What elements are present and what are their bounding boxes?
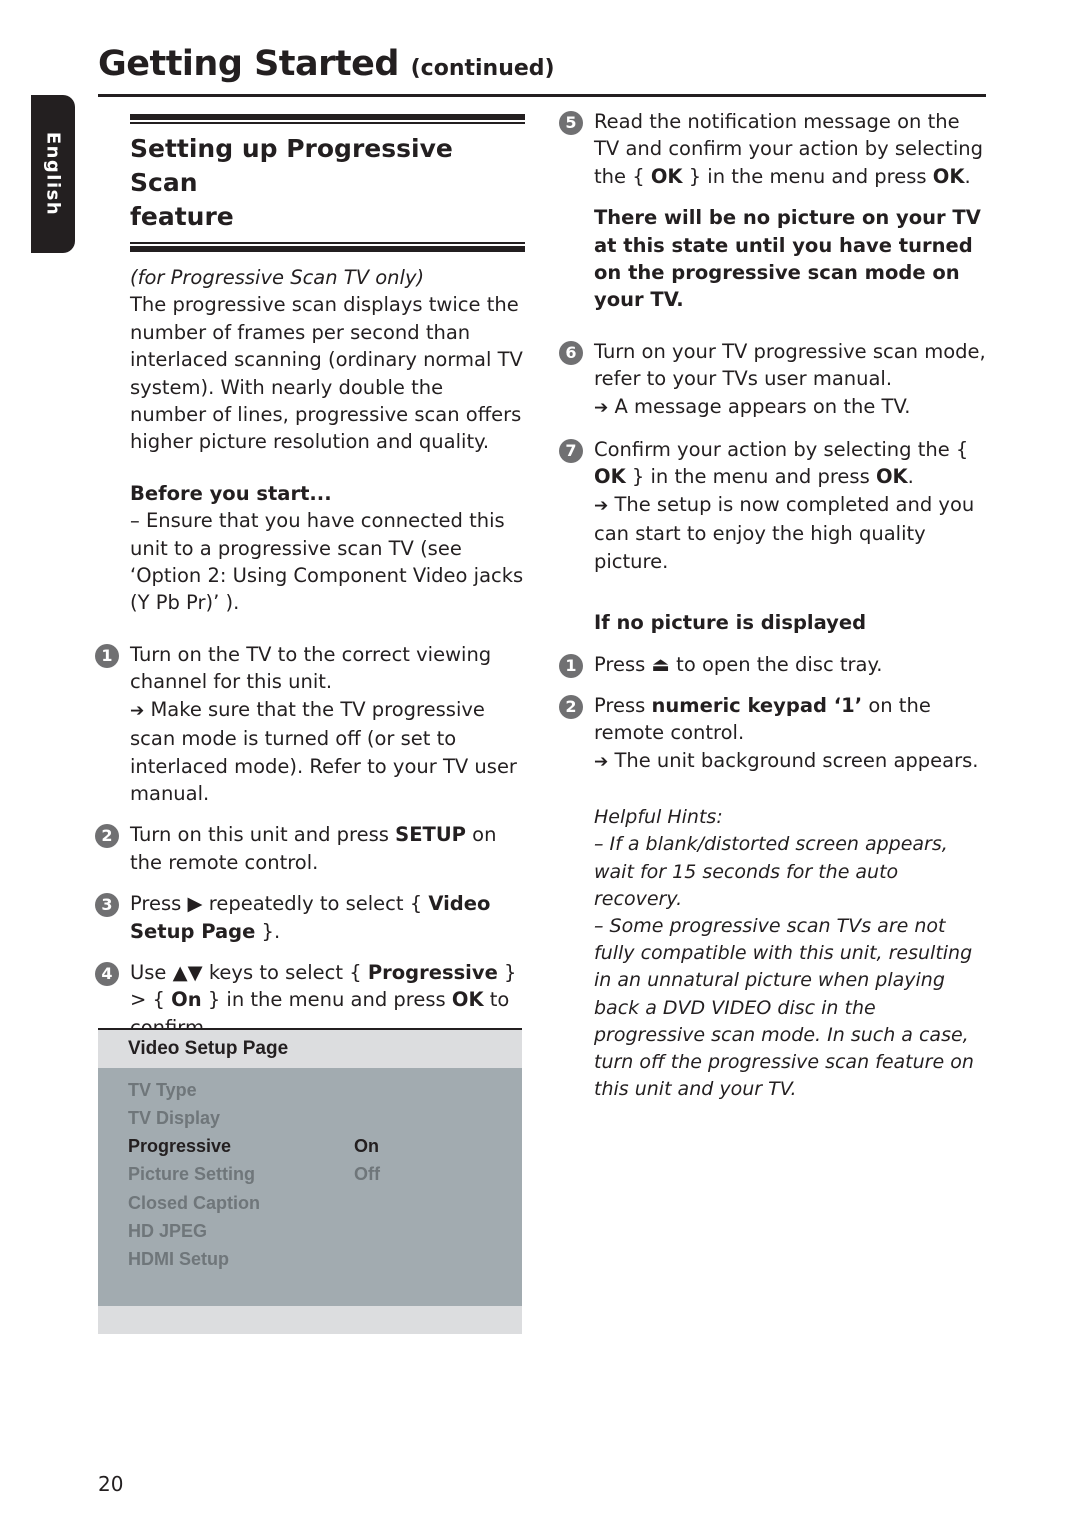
step-text: Turn on this unit and press bbox=[130, 823, 396, 847]
step-text: Press bbox=[594, 652, 652, 676]
menu-item-hd-jpeg[interactable]: HD JPEG bbox=[128, 1221, 207, 1242]
step-result: A message appears on the TV. bbox=[614, 394, 911, 418]
step-text: Press bbox=[594, 693, 652, 717]
ok-key-label: OK bbox=[932, 164, 965, 188]
before-heading: Before you start... bbox=[130, 481, 332, 505]
menu-item-hdmi-setup[interactable]: HDMI Setup bbox=[128, 1249, 229, 1270]
up-down-arrows-icon: ▲▼ bbox=[172, 960, 203, 984]
arrow-icon: ➔ bbox=[594, 397, 609, 418]
menu-title: Video Setup Page bbox=[128, 1038, 289, 1059]
menu-footer bbox=[98, 1306, 522, 1334]
step-3: 3 Press ▶ repeatedly to select { Video S… bbox=[95, 890, 525, 945]
menu-item-progressive[interactable]: Progressive bbox=[128, 1136, 231, 1157]
menu-item-picture-setting[interactable]: Picture Setting bbox=[128, 1164, 255, 1185]
page-title-subtitle: (continued) bbox=[410, 56, 555, 81]
step-text: Turn on the TV to the correct viewing ch… bbox=[130, 642, 492, 694]
step-number-badge: 5 bbox=[559, 111, 583, 135]
no-picture-heading: If no picture is displayed bbox=[594, 611, 867, 635]
option-value: On bbox=[171, 988, 202, 1012]
language-tab: English bbox=[31, 95, 75, 253]
menu-body: TV Type TV Display Progressive Picture S… bbox=[98, 1068, 522, 1306]
section-rule-top bbox=[130, 114, 525, 124]
arrow-icon: ➔ bbox=[594, 751, 609, 772]
helpful-hints: Helpful Hints: – If a blank/distorted sc… bbox=[594, 804, 989, 1103]
title-rule bbox=[98, 94, 986, 97]
page-title: Getting Started (continued) bbox=[98, 44, 555, 84]
step-text: Use bbox=[130, 960, 173, 984]
left-column: Setting up Progressive Scan feature (for… bbox=[95, 114, 525, 1041]
step-text: keys to select { bbox=[202, 960, 368, 984]
arrow-icon: ➔ bbox=[594, 495, 609, 516]
step-6: 6 Turn on your TV progressive scan mode,… bbox=[559, 338, 989, 422]
step-text: }. bbox=[255, 919, 281, 943]
step-number-badge: 4 bbox=[95, 961, 119, 986]
step-7: 7 Confirm your action by selecting the {… bbox=[559, 436, 989, 575]
page-title-main: Getting Started bbox=[98, 44, 399, 84]
section-title-line1: Setting up Progressive Scan bbox=[130, 134, 453, 197]
step-number-badge: 1 bbox=[559, 653, 583, 678]
menu-option-on[interactable]: On bbox=[354, 1136, 379, 1157]
option-name: Progressive bbox=[367, 960, 498, 984]
page-number: 20 bbox=[98, 1472, 124, 1496]
step-text: } in the menu and press bbox=[682, 164, 933, 188]
step-2: 2 Turn on this unit and press SETUP on t… bbox=[95, 821, 525, 876]
step-number-badge: 6 bbox=[559, 340, 583, 365]
eject-icon: ⏏ bbox=[651, 652, 670, 676]
menu-option-off[interactable]: Off bbox=[354, 1164, 380, 1185]
step-result: The unit background screen appears. bbox=[614, 748, 979, 772]
menu-item-tv-type[interactable]: TV Type bbox=[128, 1080, 197, 1101]
right-column: 5 Read the notification message on the T… bbox=[559, 108, 989, 1103]
step-text: Confirm your action by selecting the { bbox=[594, 438, 969, 462]
menu-item-closed-caption[interactable]: Closed Caption bbox=[128, 1193, 260, 1214]
keypad-label: numeric keypad ‘1’ bbox=[651, 693, 863, 717]
ok-key-label: OK bbox=[875, 465, 908, 489]
hint-item: – Some progressive scan TVs are not full… bbox=[594, 914, 974, 1101]
menu-header: Video Setup Page bbox=[98, 1030, 522, 1068]
section-rule-bottom bbox=[130, 242, 525, 252]
step-number-badge: 2 bbox=[95, 824, 119, 849]
menu-item-tv-display[interactable]: TV Display bbox=[128, 1108, 220, 1129]
section-title-line2: feature bbox=[130, 202, 234, 231]
section-intro: The progressive scan displays twice the … bbox=[130, 293, 523, 454]
step-text: Press bbox=[130, 892, 188, 916]
video-setup-menu: Video Setup Page TV Type TV Display Prog… bbox=[98, 1028, 522, 1334]
step-number-badge: 7 bbox=[559, 439, 583, 464]
step-text: repeatedly to select { bbox=[202, 892, 429, 916]
step-text: . bbox=[907, 465, 914, 489]
arrow-icon: ➔ bbox=[130, 700, 145, 721]
ok-option-label: OK bbox=[650, 164, 683, 188]
step-1: 1 Turn on the TV to the correct viewing … bbox=[95, 641, 525, 807]
step-text: . bbox=[964, 164, 971, 188]
hints-title: Helpful Hints: bbox=[594, 806, 723, 829]
ok-option-label: OK bbox=[594, 465, 626, 489]
section-title: Setting up Progressive Scan feature bbox=[130, 132, 525, 234]
step-5: 5 Read the notification message on the T… bbox=[559, 108, 989, 314]
step-text: Turn on your TV progressive scan mode, r… bbox=[594, 339, 986, 391]
right-arrow-icon: ▶ bbox=[187, 892, 203, 916]
warning-text: There will be no picture on your TV at t… bbox=[594, 206, 981, 312]
language-tab-label: English bbox=[42, 131, 64, 217]
section-note: (for Progressive Scan TV only) bbox=[130, 266, 425, 289]
step-number-badge: 2 bbox=[559, 694, 583, 719]
no-picture-step-1: 1 Press ⏏ to open the disc tray. bbox=[559, 651, 989, 678]
step-result: The setup is now completed and you can s… bbox=[594, 492, 975, 573]
step-text: to open the disc tray. bbox=[669, 652, 883, 676]
ok-key-label: OK bbox=[451, 988, 484, 1012]
step-result: Make sure that the TV progressive scan m… bbox=[130, 697, 517, 805]
step-number-badge: 1 bbox=[95, 643, 119, 668]
hint-item: – If a blank/distorted screen appears, w… bbox=[594, 833, 948, 910]
before-text: – Ensure that you have connected this un… bbox=[130, 509, 524, 615]
step-text: } in the menu and press bbox=[625, 465, 876, 489]
setup-key-label: SETUP bbox=[395, 823, 466, 847]
no-picture-step-2: 2 Press numeric keypad ‘1’ on the remote… bbox=[559, 692, 989, 776]
step-number-badge: 3 bbox=[95, 893, 119, 918]
step-text: } in the menu and press bbox=[201, 988, 452, 1012]
